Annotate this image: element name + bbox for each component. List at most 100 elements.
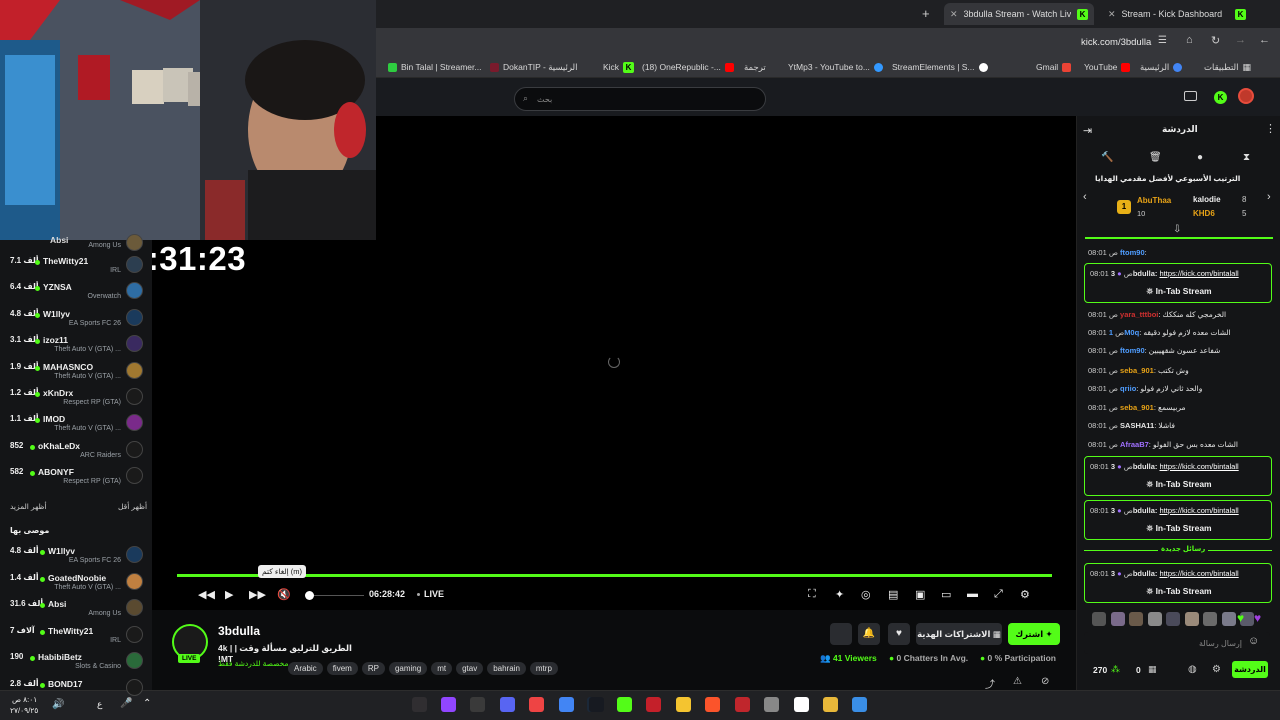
tag[interactable]: Arabic bbox=[288, 662, 323, 675]
share-icon[interactable]: ⤴ bbox=[985, 676, 995, 691]
kick-taskbar-icon[interactable] bbox=[617, 697, 632, 712]
edge-icon[interactable] bbox=[470, 697, 485, 712]
channel-item[interactable]: 582 ABONYF Respect RP (GTA) bbox=[0, 465, 152, 491]
miniplayer-icon[interactable]: ▭ bbox=[941, 588, 951, 601]
message-user[interactable]: yara_tttboi bbox=[1120, 310, 1158, 319]
url-text[interactable]: kick.com/3bdulla bbox=[1081, 37, 1151, 48]
tag[interactable]: fivem bbox=[326, 662, 358, 675]
dashboard-icon[interactable] bbox=[1184, 91, 1197, 101]
brave-icon[interactable] bbox=[705, 697, 720, 712]
calendar-icon[interactable] bbox=[764, 697, 779, 712]
channel-item[interactable]: 3.1 ألف izoz11 Theft Auto V (GTA) ... bbox=[0, 333, 152, 359]
tag[interactable]: mt bbox=[431, 662, 453, 675]
message-link[interactable]: https://kick.com/bintalall bbox=[1159, 506, 1238, 515]
category-link[interactable]: مخصصة للدردشة فقط bbox=[218, 659, 289, 668]
chrome-icon[interactable] bbox=[559, 697, 574, 712]
pip-icon[interactable]: ▣ bbox=[915, 588, 925, 601]
subscribe-button[interactable]: اشترك ✦ bbox=[1008, 623, 1060, 645]
pdf-icon[interactable] bbox=[646, 697, 661, 712]
bookmark-streamelements[interactable]: StreamElements | S... bbox=[892, 56, 988, 78]
avatar[interactable] bbox=[1238, 88, 1254, 104]
tag[interactable]: mtrp bbox=[529, 662, 558, 675]
heart-icon[interactable]: ♥ bbox=[888, 623, 910, 645]
windows-start-icon[interactable] bbox=[852, 697, 867, 712]
mute-icon[interactable]: 🔇 bbox=[277, 588, 291, 601]
pinned-message[interactable]: 08:01 ص ● 3bdulla: https://kick.com/bint… bbox=[1084, 263, 1272, 303]
tag[interactable]: gaming bbox=[388, 662, 428, 675]
chat-menu-icon[interactable]: ⋮ bbox=[1265, 122, 1276, 135]
bookmark-youtube[interactable]: YouTube bbox=[1084, 56, 1131, 78]
stats-icon[interactable]: ▤ bbox=[888, 588, 898, 601]
forward-icon[interactable]: → bbox=[1235, 34, 1246, 46]
new-tab-button[interactable]: + bbox=[922, 6, 930, 21]
obs-icon[interactable] bbox=[412, 697, 427, 712]
clip-icon[interactable]: ⛶ bbox=[808, 588, 816, 601]
message-user[interactable]: SASHA11 bbox=[1120, 421, 1154, 430]
trash-icon[interactable]: 🗑 bbox=[1149, 152, 1162, 163]
folder-icon[interactable] bbox=[676, 697, 691, 712]
tab-close-icon[interactable]: ✕ bbox=[950, 9, 958, 20]
leader-name[interactable]: kalodie bbox=[1193, 195, 1221, 204]
report-button[interactable] bbox=[830, 623, 852, 645]
steam-icon-2[interactable] bbox=[589, 697, 604, 712]
bookmark-onerepublic[interactable]: (18) OneRepublic -... bbox=[642, 56, 734, 78]
bookmark-bin-talal[interactable]: Bin Talal | Streamer... bbox=[388, 56, 481, 78]
green-heart-icon[interactable]: ♥ bbox=[1237, 611, 1244, 625]
message-user[interactable]: qriio bbox=[1120, 384, 1136, 393]
gift-subscriptions-button[interactable]: الاشتراكات الهدية ▦ bbox=[916, 623, 1002, 645]
channel-item[interactable]: 1.1 ألف IMOD Theft Auto V (GTA) ... bbox=[0, 412, 152, 438]
channel-item[interactable]: 7.1 ألف TheWitty21 IRL bbox=[0, 254, 152, 280]
tag[interactable]: gtav bbox=[456, 662, 484, 675]
leader-name[interactable]: KHD6 bbox=[1193, 209, 1215, 218]
fullscreen-icon[interactable]: ⤢ bbox=[994, 588, 1003, 601]
sparkle-icon[interactable]: ✦ bbox=[835, 588, 844, 601]
twitch-icon[interactable] bbox=[441, 697, 456, 712]
home-icon[interactable]: ⌂ bbox=[1186, 34, 1193, 46]
chat-bubble-icon[interactable]: ◍ bbox=[1188, 664, 1197, 675]
leaderboard-next-icon[interactable]: › bbox=[1267, 191, 1271, 203]
volume-knob[interactable] bbox=[305, 591, 314, 600]
bookmark-apps[interactable]: التطبيقات ▦ bbox=[1204, 56, 1251, 78]
pinned-message[interactable]: 08:01 ص ● 3bdulla: https://kick.com/bint… bbox=[1084, 563, 1272, 603]
emote-icon[interactable] bbox=[1092, 612, 1106, 626]
show-more-link[interactable]: أظهر المزيد bbox=[10, 502, 47, 511]
volume-slider[interactable] bbox=[314, 595, 364, 596]
chat-filter-icon[interactable]: ⇩ bbox=[1173, 224, 1181, 235]
message-link[interactable]: https://kick.com/bintalall bbox=[1159, 569, 1238, 578]
search-input[interactable]: ⌕ بحث bbox=[514, 87, 766, 111]
fast-forward-icon[interactable]: ▶▶ bbox=[249, 588, 266, 601]
discord-icon[interactable] bbox=[500, 697, 515, 712]
channel-item[interactable]: 1.2 ألف xKnDrx Respect RP (GTA) bbox=[0, 386, 152, 412]
channel-item[interactable]: Among Us bbox=[0, 234, 152, 254]
mute-chat-icon[interactable]: ⊘ bbox=[1041, 676, 1049, 687]
bookmark-dokantip[interactable]: DokanTIP - الرئيسية bbox=[490, 56, 577, 78]
site-settings-icon[interactable]: ☰ bbox=[1158, 35, 1167, 46]
emote-icon[interactable] bbox=[1147, 612, 1162, 626]
chat-settings-icon[interactable]: ⚙ bbox=[1212, 664, 1221, 675]
hammer-icon[interactable]: 🔨 bbox=[1101, 152, 1113, 163]
vlc-icon[interactable] bbox=[529, 697, 544, 712]
chat-bubble-icon[interactable]: ● bbox=[1197, 152, 1203, 163]
gift-icon[interactable]: ▦ bbox=[1148, 664, 1157, 675]
bookmark-home[interactable]: الرئيسية bbox=[1140, 56, 1183, 78]
channel-item[interactable]: 1.9 ألف MAHASNCO Theft Auto V (GTA) ... bbox=[0, 360, 152, 386]
recommended-channel-item[interactable]: 7 آلاف TheWitty21 IRL bbox=[0, 624, 152, 650]
bookmark-ytmp3[interactable]: YtMp3 - YouTube to... bbox=[788, 56, 883, 78]
theater-mode-icon[interactable]: ▬ bbox=[967, 588, 978, 600]
in-tab-stream-button[interactable]: ⛯ In-Tab Stream bbox=[1085, 479, 1273, 490]
tab-close-icon[interactable]: ✕ bbox=[1108, 9, 1116, 20]
reload-icon[interactable]: ↻ bbox=[1211, 34, 1220, 47]
message-user[interactable]: AfraaB7 bbox=[1120, 440, 1149, 449]
pinned-message[interactable]: 08:01 ص ● 3bdulla: https://kick.com/bint… bbox=[1084, 500, 1272, 540]
settings-gear-icon[interactable]: ⚙ bbox=[1020, 588, 1030, 601]
leaderboard-prev-icon[interactable]: ‹ bbox=[1083, 191, 1087, 203]
chat-input[interactable]: إرسال رسالة bbox=[1084, 632, 1270, 654]
recommended-channel-item[interactable]: 190 HabibiBetz Slots & Casino bbox=[0, 650, 152, 676]
send-chat-button[interactable]: الدردشة bbox=[1232, 661, 1268, 678]
channel-item[interactable]: 852 oKhaLeDx ARC Raiders bbox=[0, 439, 152, 465]
notification-bell-icon[interactable]: 🔔 bbox=[858, 623, 880, 645]
warning-icon[interactable]: ⚠ bbox=[1013, 676, 1022, 687]
message-link[interactable]: https://kick.com/bintalall bbox=[1159, 462, 1238, 471]
tag[interactable]: RP bbox=[361, 662, 385, 675]
message-user[interactable]: seba_901 bbox=[1120, 403, 1154, 412]
